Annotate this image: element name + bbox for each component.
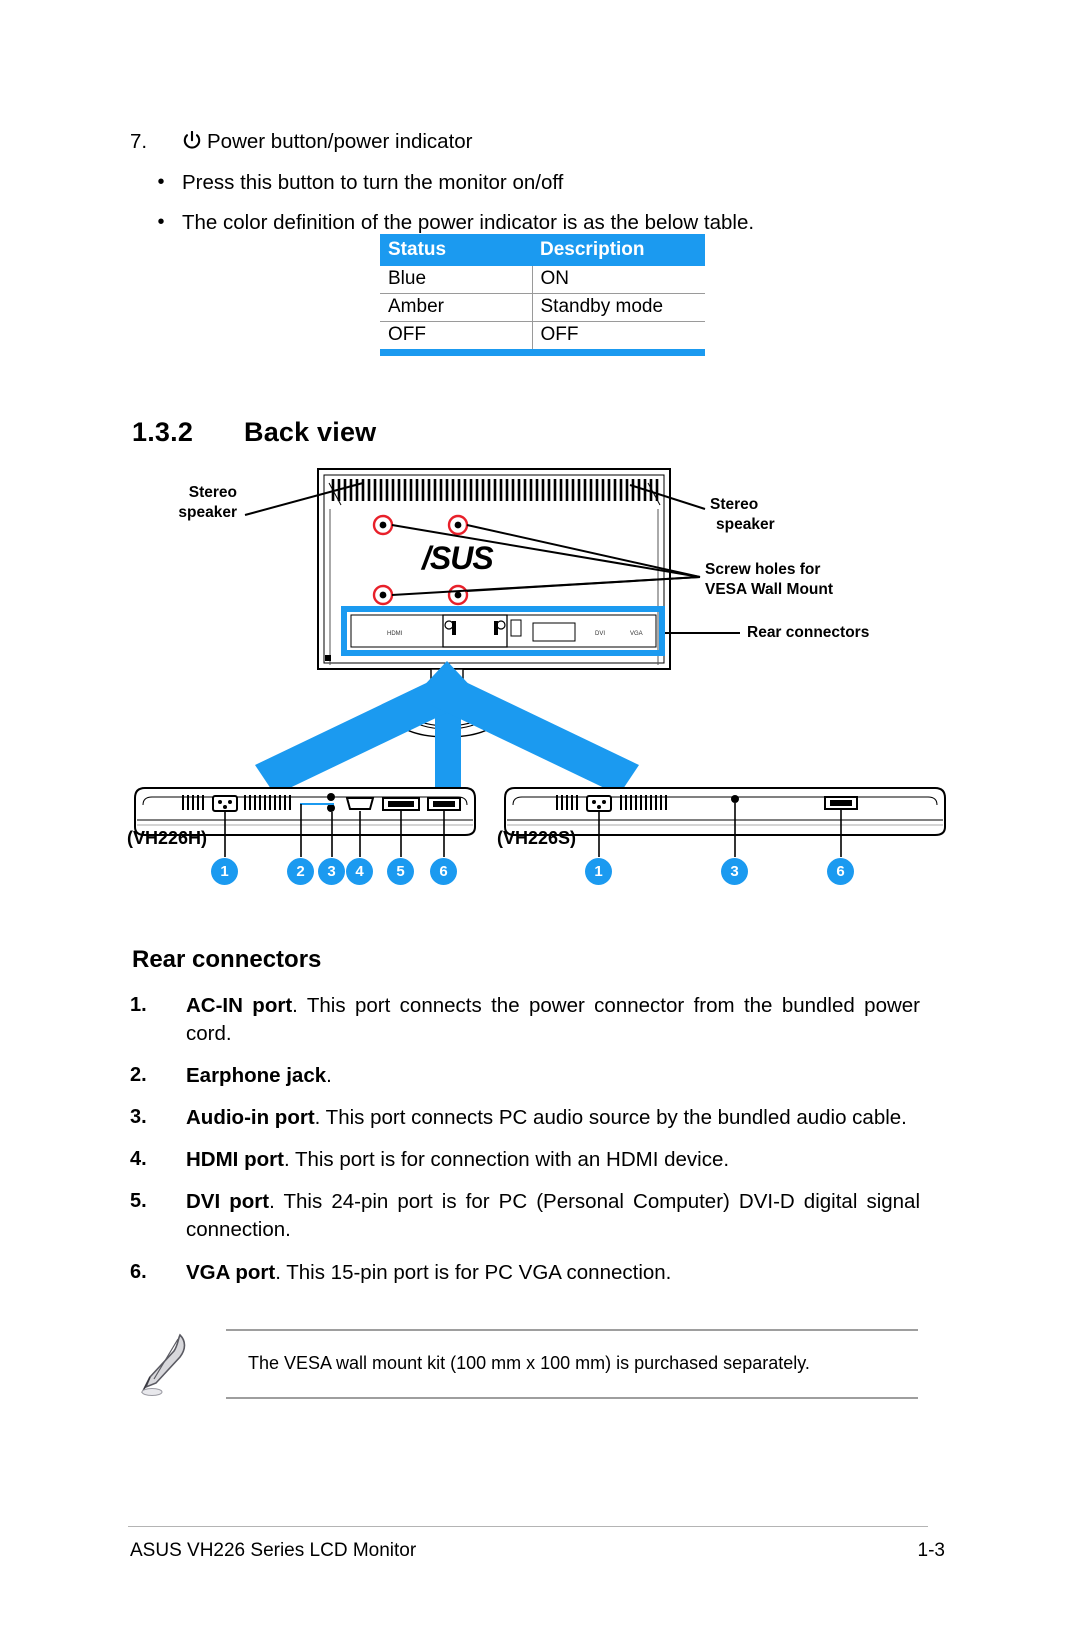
power-indicator-status-table: Status Description Blue ON Amber Standby…: [380, 234, 705, 356]
bullet-item: • Press this button to turn the monitor …: [130, 169, 930, 197]
list-item-body: Audio-in port. This port connects PC aud…: [186, 1104, 920, 1132]
list-item-term: Audio-in port: [186, 1106, 315, 1130]
document-page: 7. Power button/power indicator • Press …: [0, 0, 1080, 1627]
table-row: Blue ON: [380, 266, 705, 294]
list-item-number: 5.: [130, 1190, 147, 1213]
list-item-term: VGA port: [186, 1260, 276, 1284]
cell-status: Amber: [380, 293, 533, 322]
svg-text:HDMI: HDMI: [387, 631, 403, 637]
callout-4: 4: [346, 858, 373, 885]
cell-status: Blue: [380, 266, 533, 294]
label-line: Stereo: [710, 496, 759, 513]
column-header-status: Status: [380, 234, 532, 266]
list-item-number: 2.: [130, 1064, 147, 1087]
column-header-description: Description: [532, 234, 705, 266]
list-item-term: AC-IN port: [186, 994, 293, 1017]
callout-5: 5: [387, 858, 414, 885]
list-item: 4. HDMI port. This port is for connectio…: [130, 1146, 920, 1174]
power-button-section: 7. Power button/power indicator • Press …: [130, 128, 930, 237]
footer-left-text: ASUS VH226 Series LCD Monitor: [130, 1540, 417, 1561]
section-heading: 1.3.2 Back view: [132, 417, 376, 448]
bullet-text: Press this button to turn the monitor on…: [182, 170, 564, 194]
label-line: Screw holes for: [705, 561, 821, 578]
list-item-body: AC-IN port. This port connects the power…: [186, 992, 920, 1048]
footer-divider: [128, 1526, 928, 1527]
list-item: 6. VGA port. This 15-pin port is for PC …: [130, 1259, 920, 1287]
label-line: VESA Wall Mount: [705, 580, 834, 598]
rear-connectors-heading: Rear connectors: [132, 946, 322, 973]
note-text: The VESA wall mount kit (100 mm x 100 mm…: [248, 1353, 810, 1374]
list-item: 2. Earphone jack.: [130, 1062, 920, 1090]
bullet-text: The color definition of the power indica…: [182, 211, 755, 235]
list-item-desc: . This port is for connection with an HD…: [283, 1148, 730, 1172]
cell-description: ON: [532, 266, 705, 294]
callout-6: 6: [430, 858, 457, 885]
list-item-number: 4.: [130, 1148, 147, 1171]
callout-1: 1: [211, 858, 238, 885]
cell-status: OFF: [380, 321, 533, 349]
list-item-body: HDMI port. This port is for connection w…: [186, 1146, 920, 1174]
callout-s-6: 6: [827, 858, 854, 885]
status-table: Status Description Blue ON Amber Standby…: [380, 234, 705, 349]
list-item-term: Earphone jack: [186, 1064, 327, 1088]
callout-s-3: 3: [721, 858, 748, 885]
list-item-term: DVI port: [186, 1190, 270, 1214]
section-number: 1.3.2: [132, 417, 194, 447]
list-item: 1. AC-IN port. This port connects the po…: [130, 992, 920, 1048]
callout-2: 2: [287, 858, 314, 885]
label-screw-holes-vesa: Screw holes for VESA Wall Mount: [705, 560, 833, 600]
list-item-body: VGA port. This 15-pin port is for PC VGA…: [186, 1259, 920, 1287]
svg-text:/SUS: /SUS: [420, 540, 494, 576]
model-label-vh226h: (VH226H): [127, 828, 208, 848]
list-item-desc: .: [326, 1064, 332, 1088]
list-item-number: 3.: [130, 1106, 147, 1129]
label-line: Rear connectors: [747, 624, 870, 641]
bullet-item: • The color definition of the power indi…: [130, 209, 930, 237]
section-title: Back view: [244, 417, 377, 447]
label-line: speaker: [178, 503, 237, 521]
label-stereo-speaker-right: Stereo speaker: [710, 495, 775, 535]
cell-description: Standby mode: [532, 293, 705, 322]
model-label-vh226s: (VH226S): [497, 828, 577, 848]
list-item: 5. DVI port. This 24-pin port is for PC …: [130, 1188, 920, 1244]
back-view-figure: /SUS HDMI DVI VGA Stereo speaker Stereo …: [125, 465, 955, 895]
list-item: 3. Audio-in port. This port connects PC …: [130, 1104, 920, 1132]
list-item-number: 6.: [130, 1260, 147, 1283]
list-item-desc: . This port connects the power connector…: [186, 994, 920, 1046]
callout-s-1: 1: [585, 858, 612, 885]
label-line: speaker: [716, 515, 775, 533]
list-item-desc: . This port connects PC audio source by …: [314, 1106, 907, 1130]
power-icon: [182, 131, 202, 151]
callout-3: 3: [318, 858, 345, 885]
item-number: 7.: [130, 130, 148, 153]
list-item-term: HDMI port: [186, 1148, 284, 1172]
table-row: Amber Standby mode: [380, 293, 705, 322]
footer-page-number: 1-3: [917, 1540, 945, 1561]
label-line: Stereo: [188, 484, 237, 501]
table-header-row: Status Description: [380, 234, 705, 266]
svg-text:DVI: DVI: [595, 631, 605, 637]
note-box: The VESA wall mount kit (100 mm x 100 mm…: [226, 1329, 918, 1399]
power-button-heading: 7. Power button/power indicator: [130, 128, 930, 156]
list-item-desc: . This 15-pin port is for PC VGA connect…: [275, 1260, 672, 1284]
feather-pen-icon: [141, 1333, 186, 1396]
bullet-dot-icon: •: [157, 211, 165, 234]
svg-text:VGA: VGA: [630, 631, 643, 637]
rear-connectors-list: 1. AC-IN port. This port connects the po…: [130, 992, 920, 1301]
bullet-dot-icon: •: [157, 170, 165, 193]
list-item-body: DVI port. This 24-pin port is for PC (Pe…: [186, 1188, 920, 1244]
label-rear-connectors: Rear connectors: [747, 623, 869, 643]
cell-description: OFF: [532, 321, 705, 349]
label-stereo-speaker-left: Stereo speaker: [125, 483, 237, 523]
list-item-number: 1.: [130, 994, 147, 1016]
list-item-desc: . This 24-pin port is for PC (Personal C…: [186, 1190, 921, 1242]
power-heading-text: Power button/power indicator: [182, 128, 473, 156]
power-heading-label: Power button/power indicator: [207, 130, 473, 153]
list-item-body: Earphone jack.: [186, 1062, 920, 1090]
table-row: OFF OFF: [380, 321, 705, 349]
note-callout: The VESA wall mount kit (100 mm x 100 mm…: [128, 1325, 918, 1400]
